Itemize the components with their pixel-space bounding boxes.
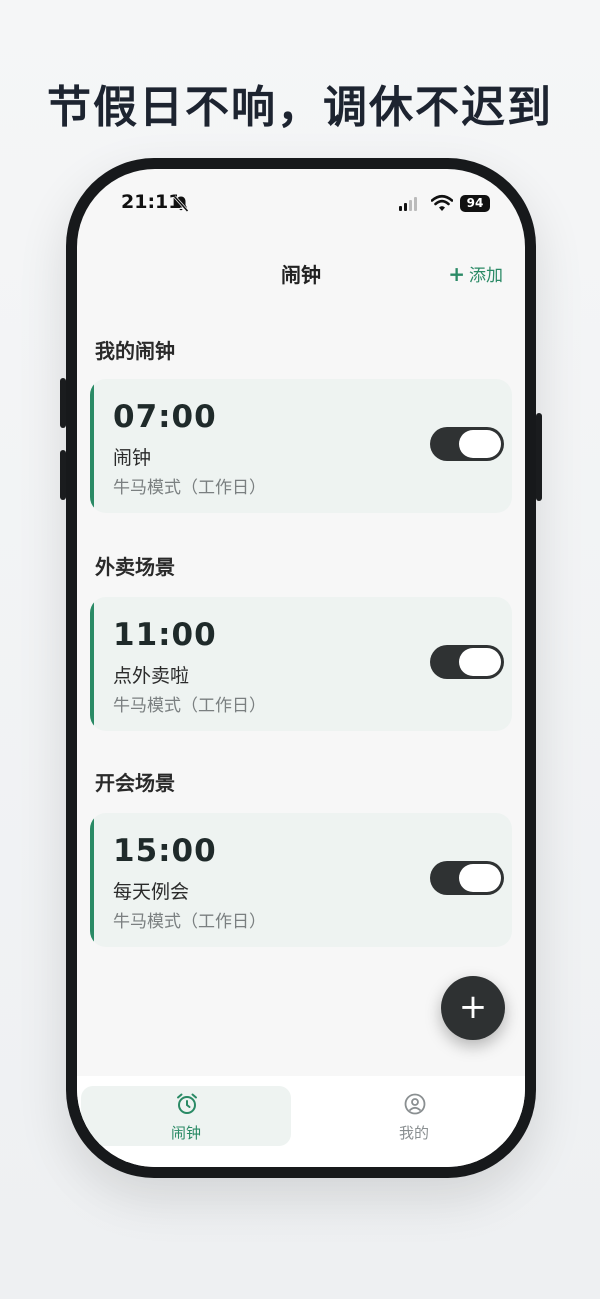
- section-title: 开会场景: [95, 771, 175, 795]
- phone-volume-button: [60, 450, 66, 500]
- toggle-knob: [459, 864, 501, 892]
- promo-headline: 节假日不响，调休不迟到: [47, 82, 553, 133]
- section-title: 我的闹钟: [95, 339, 175, 363]
- bell-slash-icon: [173, 195, 189, 213]
- user-circle-icon: [404, 1093, 426, 1115]
- card-accent-bar: [90, 379, 94, 513]
- app-screen: 21:11 94 闹钟 + 添加 我的闹钟 07:00 闹钟 牛马模式（工作日）…: [77, 169, 525, 1167]
- phone-power-button: [536, 413, 542, 501]
- alarm-toggle[interactable]: [430, 861, 504, 895]
- section-title: 外卖场景: [95, 555, 175, 579]
- alarm-mode: 牛马模式（工作日）: [113, 696, 266, 716]
- alarm-label: 点外卖啦: [113, 665, 190, 687]
- bottom-tab-bar: 闹钟 我的: [77, 1076, 525, 1167]
- alarm-time: 07:00: [113, 399, 217, 435]
- plus-icon: +: [458, 987, 488, 1027]
- card-accent-bar: [90, 813, 94, 947]
- tab-label: 我的: [398, 1124, 429, 1142]
- toggle-knob: [459, 648, 501, 676]
- toggle-knob: [459, 430, 501, 458]
- tab-mine[interactable]: 我的: [309, 1086, 519, 1146]
- add-alarm-label: 添加: [469, 266, 503, 286]
- tab-label: 闹钟: [170, 1124, 201, 1142]
- tab-alarm[interactable]: 闹钟: [81, 1086, 291, 1146]
- plus-icon: +: [448, 261, 465, 286]
- signal-icon: [399, 197, 417, 211]
- alarm-card[interactable]: 11:00 点外卖啦 牛马模式（工作日）: [90, 597, 512, 731]
- alarm-label: 每天例会: [113, 881, 190, 903]
- alarm-clock-icon: [177, 1093, 197, 1114]
- alarm-card[interactable]: 15:00 每天例会 牛马模式（工作日）: [90, 813, 512, 947]
- alarm-time: 11:00: [113, 617, 217, 653]
- alarm-time: 15:00: [113, 833, 217, 869]
- card-accent-bar: [90, 597, 94, 731]
- battery-icon: 94: [460, 195, 490, 212]
- alarm-mode: 牛马模式（工作日）: [113, 912, 266, 932]
- alarm-label: 闹钟: [113, 447, 152, 469]
- wifi-icon: [431, 194, 453, 211]
- nav-bar: 闹钟 + 添加: [77, 239, 525, 307]
- status-bar: 21:11 94: [77, 169, 525, 239]
- phone-action-button: [60, 378, 66, 428]
- floating-add-button[interactable]: +: [441, 976, 505, 1040]
- add-alarm-button[interactable]: + 添加: [448, 261, 503, 287]
- alarm-card[interactable]: 07:00 闹钟 牛马模式（工作日）: [90, 379, 512, 513]
- alarm-mode: 牛马模式（工作日）: [113, 478, 266, 498]
- alarm-toggle[interactable]: [430, 645, 504, 679]
- alarm-toggle[interactable]: [430, 427, 504, 461]
- phone-frame: 21:11 94 闹钟 + 添加 我的闹钟 07:00 闹钟 牛马模式（工作日）…: [60, 158, 542, 1178]
